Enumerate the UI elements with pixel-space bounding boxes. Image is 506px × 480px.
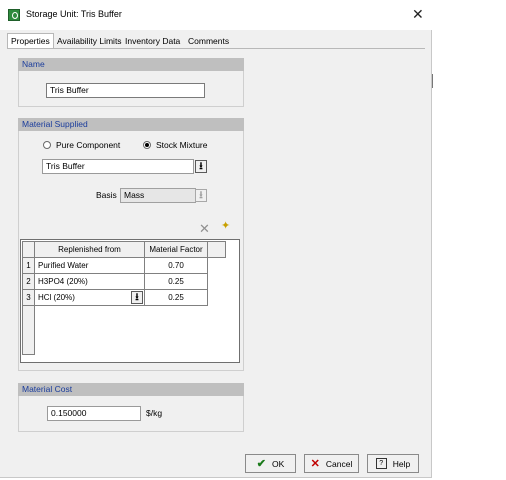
- cancel-button[interactable]: ✕ Cancel: [304, 454, 359, 473]
- table-row-empty: [22, 305, 226, 355]
- ok-button[interactable]: ✔ OK: [245, 454, 296, 473]
- help-button[interactable]: ? Help: [367, 454, 419, 473]
- row-number-empty: [22, 305, 35, 355]
- cell-factor[interactable]: 0.70: [144, 257, 208, 274]
- table-row[interactable]: 1 Purified Water 0.70: [22, 257, 226, 274]
- material-select[interactable]: Tris Buffer: [42, 159, 194, 174]
- table-row[interactable]: 3 HCl (20%) ⭳ 0.25: [22, 289, 226, 306]
- cell-dropdown-arrow-icon[interactable]: ⭳: [131, 291, 143, 304]
- basis-select[interactable]: Mass: [120, 188, 196, 203]
- basis-label: Basis: [96, 190, 117, 200]
- cost-section-header: Material Cost: [18, 383, 244, 396]
- radio-pure-label: Pure Component: [56, 140, 121, 150]
- cost-unit-label: $/kg: [146, 408, 163, 418]
- title-bar: Storage Unit: Tris Buffer ✕: [0, 0, 432, 30]
- magic-wand-icon[interactable]: ✦: [221, 220, 230, 232]
- dialog-window: Storage Unit: Tris Buffer ✕ Properties A…: [0, 0, 432, 478]
- cell-source[interactable]: H3PO4 (20%): [34, 273, 145, 290]
- material-dropdown-arrow-icon[interactable]: ⭳: [195, 160, 207, 173]
- tab-inventory-data[interactable]: Inventory Data: [122, 34, 183, 49]
- help-icon: ?: [375, 458, 387, 469]
- radio-stock-dot[interactable]: [143, 141, 151, 149]
- table-row[interactable]: 2 H3PO4 (20%) 0.25: [22, 273, 226, 290]
- app-icon: [8, 9, 20, 21]
- delete-row-icon[interactable]: ✕: [199, 222, 210, 235]
- close-icon[interactable]: ✕: [412, 6, 424, 22]
- cell-empty: [145, 306, 208, 355]
- cell-source-editing[interactable]: HCl (20%) ⭳: [34, 289, 145, 306]
- tab-availability-limits[interactable]: Availability Limits: [54, 34, 125, 49]
- radio-pure-component[interactable]: Pure Component: [43, 140, 120, 150]
- window-title: Storage Unit: Tris Buffer: [26, 9, 122, 19]
- basis-dropdown-arrow-icon[interactable]: ⭳: [195, 189, 207, 202]
- radio-stock-label: Stock Mixture: [156, 140, 208, 150]
- row-number: 3: [22, 289, 35, 306]
- material-section-header: Material Supplied: [18, 118, 244, 131]
- cancel-x-icon: ✕: [310, 458, 320, 470]
- cell-source[interactable]: Purified Water: [34, 257, 145, 274]
- col-header-replenished-from: Replenished from: [34, 241, 145, 258]
- cell-factor[interactable]: 0.25: [144, 289, 208, 306]
- cell-empty: [35, 306, 145, 355]
- replenish-table: Replenished from Material Factor 1 Purif…: [22, 241, 226, 355]
- cost-input[interactable]: 0.150000: [47, 406, 141, 421]
- grid-corner: [22, 241, 35, 258]
- help-label: Help: [392, 458, 411, 469]
- cancel-label: Cancel: [325, 458, 353, 469]
- radio-pure-dot[interactable]: [43, 141, 51, 149]
- col-header-material-factor: Material Factor: [144, 241, 208, 258]
- row-number: 1: [22, 257, 35, 274]
- cell-empty: [208, 258, 226, 274]
- cell-empty: [208, 306, 226, 355]
- background-divider: [432, 74, 433, 88]
- cell-empty: [208, 274, 226, 290]
- ok-label: OK: [271, 458, 285, 469]
- tab-comments[interactable]: Comments: [185, 34, 232, 49]
- cell-source[interactable]: HCl (20%): [38, 293, 75, 302]
- row-number: 2: [22, 273, 35, 290]
- col-header-blank: [207, 241, 226, 258]
- cell-factor[interactable]: 0.25: [144, 273, 208, 290]
- cell-empty: [208, 290, 226, 306]
- name-section-header: Name: [18, 58, 244, 71]
- checkmark-icon: ✔: [256, 458, 266, 470]
- name-input[interactable]: Tris Buffer: [46, 83, 205, 98]
- radio-stock-mixture[interactable]: Stock Mixture: [143, 140, 208, 150]
